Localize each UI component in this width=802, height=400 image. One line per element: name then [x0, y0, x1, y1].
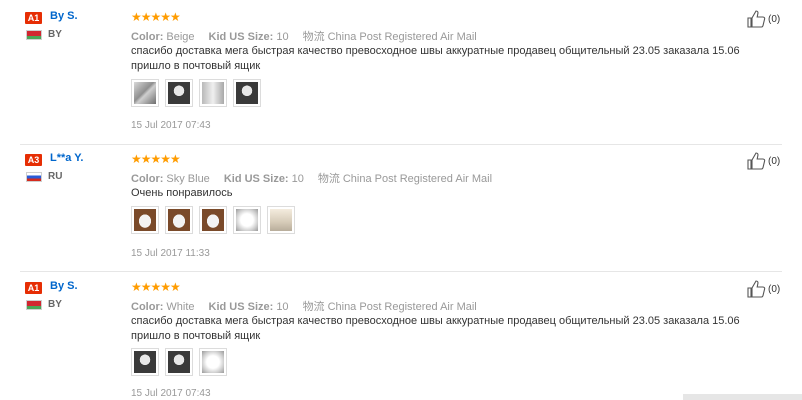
color-value: Sky Blue [166, 173, 210, 185]
country-flag-icon [26, 30, 42, 40]
thumbs-up-icon[interactable] [746, 10, 766, 28]
country-flag-icon [26, 300, 42, 310]
review-photo-thumbnail[interactable] [233, 79, 261, 107]
shipping-value: China Post Registered Air Mail [327, 31, 477, 43]
scrollbar-fragment [683, 394, 802, 400]
buyer-level-badge: A1 [25, 282, 42, 294]
review-photos [131, 206, 295, 234]
shipping-value: China Post Registered Air Mail [342, 173, 493, 185]
review-photo-thumbnail[interactable] [165, 79, 193, 107]
helpful-vote[interactable]: (0) [746, 10, 780, 28]
country-flag-icon [26, 172, 42, 182]
review-date: 15 Jul 2017 07:43 [131, 120, 211, 131]
helpful-vote[interactable]: (0) [746, 280, 780, 298]
review-photo-thumbnail[interactable] [199, 348, 227, 376]
order-info: Color: Beige Kid US Size: 10 物流 China Post Re… [131, 28, 477, 44]
color-label: Color: [131, 31, 164, 43]
review-text: спасибо доставка мега быстрая качество п… [131, 315, 740, 342]
size-value: 10 [276, 301, 289, 313]
review-divider [20, 144, 782, 145]
review-photo-thumbnail[interactable] [199, 206, 227, 234]
review-photo-thumbnail[interactable] [267, 206, 295, 234]
star-rating: ★★★★★ [131, 152, 181, 166]
review-photos [131, 348, 227, 376]
review-text: Очень понравилось [131, 187, 233, 199]
helpful-vote[interactable]: (0) [746, 152, 780, 170]
shipping-label: 物流 [317, 173, 340, 185]
review-date: 15 Jul 2017 07:43 [131, 388, 211, 399]
shipping-label: 物流 [302, 31, 325, 43]
thumbs-up-icon[interactable] [746, 152, 766, 170]
order-info: Color: White Kid US Size: 10 物流 China Post Re… [131, 298, 477, 314]
review-photo-thumbnail[interactable] [199, 79, 227, 107]
helpful-count: (0) [768, 13, 781, 25]
buyer-level-badge: A1 [25, 12, 42, 24]
review-photo-thumbnail[interactable] [131, 348, 159, 376]
review-photo-thumbnail[interactable] [131, 79, 159, 107]
review-date: 15 Jul 2017 11:33 [131, 248, 210, 259]
buyer-level-badge: A3 [25, 154, 42, 166]
size-label: Kid US Size: [208, 31, 274, 43]
review-photo-thumbnail[interactable] [233, 206, 261, 234]
helpful-count: (0) [768, 155, 781, 167]
review-photo-thumbnail[interactable] [165, 206, 193, 234]
star-rating: ★★★★★ [131, 10, 181, 24]
reviewer-name[interactable]: By S. [50, 280, 78, 292]
size-label: Kid US Size: [208, 301, 274, 313]
review-photos [131, 79, 261, 107]
size-label: Kid US Size: [223, 173, 289, 185]
helpful-count: (0) [768, 283, 781, 295]
reviewer-name[interactable]: L**a Y. [50, 152, 83, 164]
shipping-label: 物流 [302, 301, 325, 313]
size-value: 10 [276, 31, 289, 43]
color-value: White [166, 301, 195, 313]
reviewer-name[interactable]: By S. [50, 10, 78, 22]
color-label: Color: [131, 173, 164, 185]
size-value: 10 [291, 173, 304, 185]
review-text: спасибо доставка мега быстрая качество п… [131, 45, 740, 72]
thumbs-up-icon[interactable] [746, 280, 766, 298]
order-info: Color: Sky Blue Kid US Size: 10 物流 China Post… [131, 170, 492, 186]
review-photo-thumbnail[interactable] [131, 206, 159, 234]
shipping-value: China Post Registered Air Mail [327, 301, 477, 313]
star-rating: ★★★★★ [131, 280, 181, 294]
country-code: BY [48, 29, 62, 40]
review-divider [20, 271, 782, 272]
country-code: RU [48, 171, 63, 182]
color-label: Color: [131, 301, 164, 313]
color-value: Beige [166, 31, 195, 43]
country-code: BY [48, 299, 62, 310]
review-photo-thumbnail[interactable] [165, 348, 193, 376]
